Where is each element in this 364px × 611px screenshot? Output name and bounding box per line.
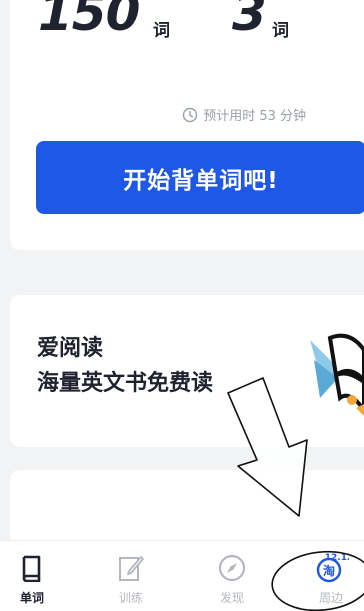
bottom-tab-bar: 单词 训练 发现 淘 12.12 周边 — [0, 540, 364, 611]
annotation-arrow — [227, 377, 308, 517]
annotation-circle — [271, 550, 364, 611]
